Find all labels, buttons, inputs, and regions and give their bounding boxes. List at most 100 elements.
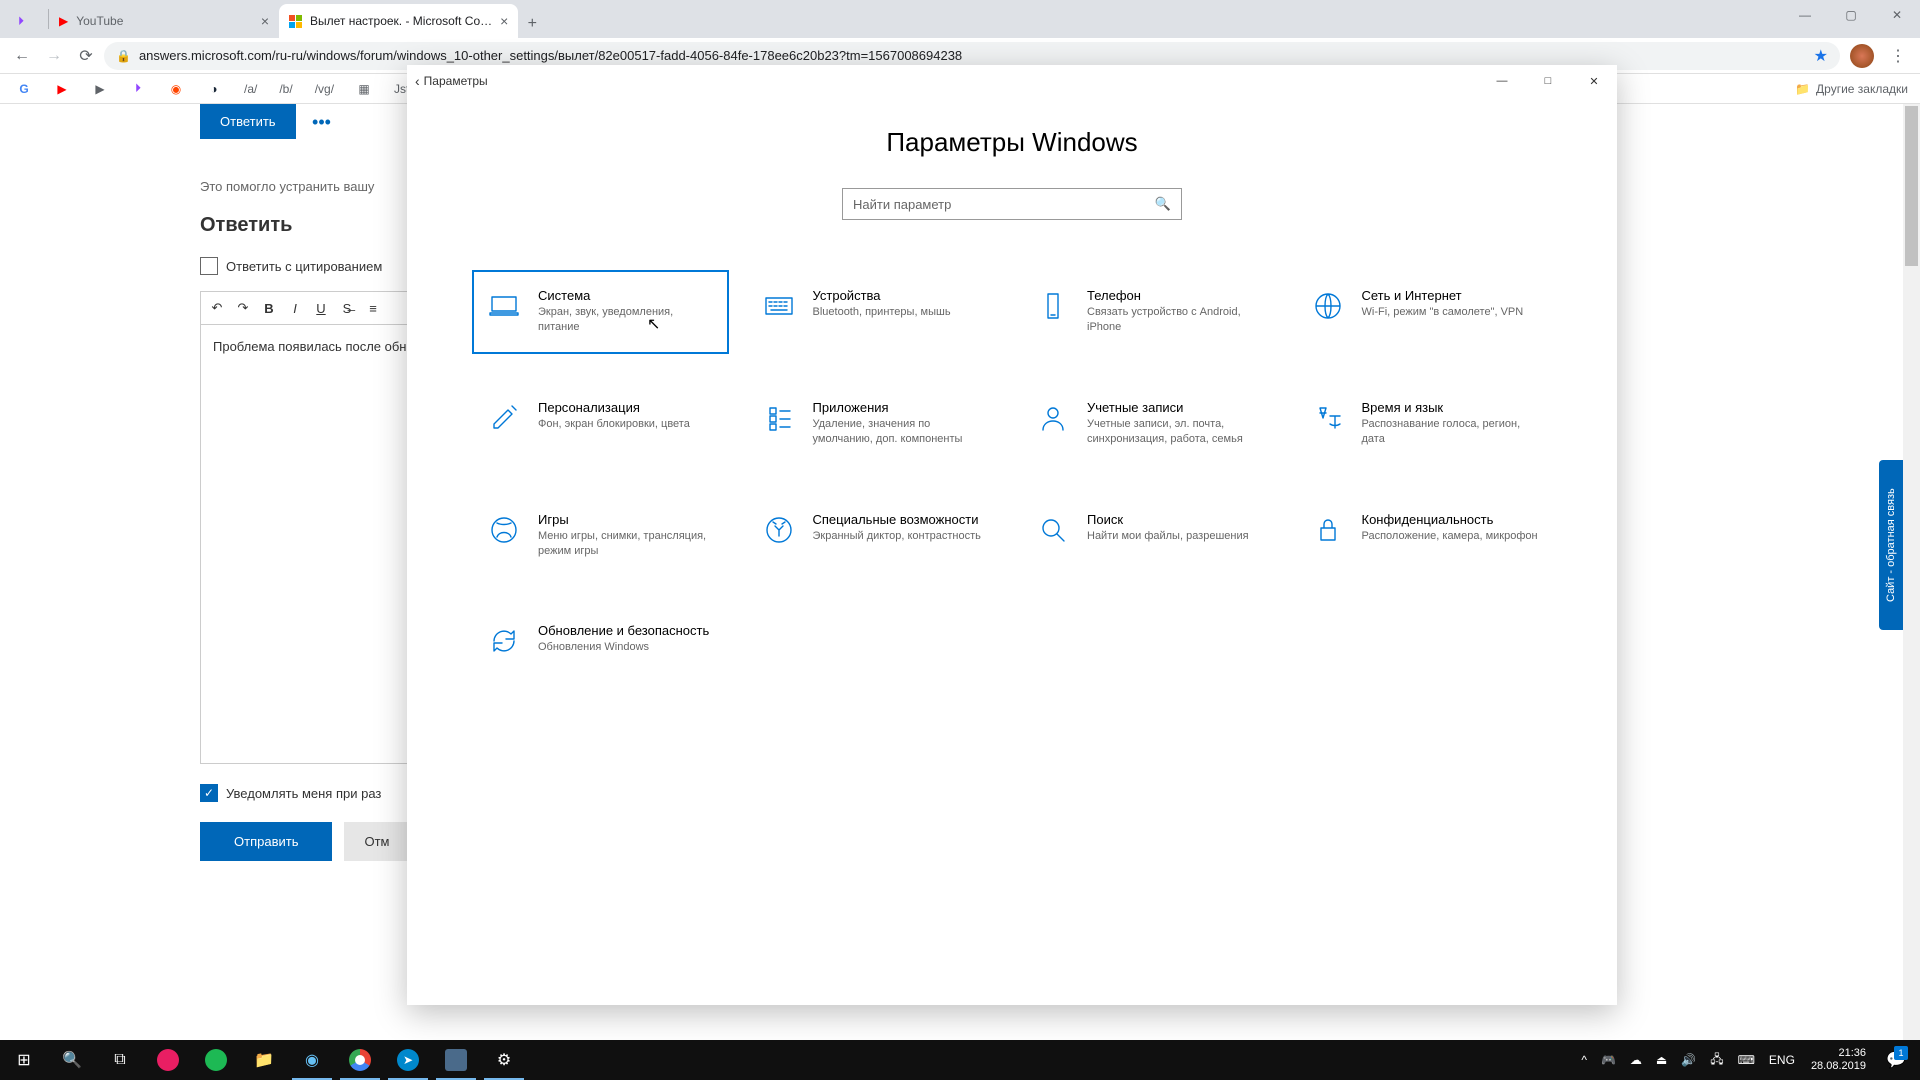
settings-category-time[interactable]: Время и языкРаспознавание голоса, регион… [1296,382,1553,466]
reload-button[interactable]: ⟳ [72,42,100,70]
bookmark-item[interactable]: ◉ [164,81,188,97]
bookmark-item[interactable]: ▶ [50,81,74,97]
taskbar-app-pinned[interactable] [144,1040,192,1080]
settings-search-input[interactable]: Найти параметр 🔍 [842,188,1182,220]
tray-chevron-icon[interactable]: ^ [1575,1053,1593,1067]
url-text: answers.microsoft.com/ru-ru/windows/foru… [139,48,962,63]
bookmark-item[interactable]: ◑ [202,81,226,97]
category-title: Телефон [1087,288,1264,303]
forward-button[interactable]: → [40,42,68,70]
tray-discord-icon[interactable]: 🎮 [1595,1053,1622,1067]
taskbar-app-telegram[interactable]: ➤ [384,1040,432,1080]
category-description: Связать устройство с Android, iPhone [1087,305,1264,336]
align-button[interactable]: ≡ [361,296,385,320]
settings-category-privacy[interactable]: КонфиденциальностьРасположение, камера, … [1296,494,1553,578]
quote-checkbox[interactable] [200,257,218,275]
bookmark-item[interactable]: ▦ [352,81,376,97]
maximize-button[interactable]: ▢ [1828,0,1874,30]
category-description: Экранный диктор, контрастность [813,529,981,544]
tray-network-icon[interactable]: 🖧 [1704,1050,1729,1071]
back-button[interactable]: ← [8,42,36,70]
tray-keyboard-icon[interactable]: ⌨ [1732,1053,1761,1067]
settings-close-button[interactable]: ✕ [1571,65,1617,97]
settings-category-update[interactable]: Обновление и безопасностьОбновления Wind… [472,605,729,677]
tray-language[interactable]: ENG [1763,1053,1801,1067]
settings-maximize-button[interactable]: □ [1525,65,1571,97]
taskbar-app-chrome[interactable] [336,1040,384,1080]
tray-sync-icon[interactable]: ☁ [1624,1053,1648,1067]
bookmark-item[interactable]: /vg/ [311,82,338,96]
settings-category-network[interactable]: Сеть и ИнтернетWi-Fi, режим "в самолете"… [1296,270,1553,354]
tab-label: YouTube [76,14,123,28]
settings-back-icon[interactable]: ‹ [415,73,420,89]
close-icon[interactable]: × [500,13,508,29]
undo-button[interactable]: ↶ [205,296,229,320]
redo-button[interactable]: ↷ [231,296,255,320]
new-tab-button[interactable]: + [518,10,546,38]
feedback-tab[interactable]: Сайт - обратная связь [1879,460,1903,630]
bookmark-item[interactable]: /a/ [240,82,261,96]
minimize-button[interactable]: — [1782,0,1828,30]
bookmark-item[interactable]: /b/ [275,82,296,96]
taskbar-app-settings[interactable]: ⚙ [480,1040,528,1080]
submit-button[interactable]: Отправить [200,822,332,861]
tab-label: Вылет настроек. - Microsoft Co… [310,14,492,28]
lang-icon [1310,400,1346,436]
search-button[interactable]: 🔍 [48,1040,96,1080]
settings-category-search[interactable]: ПоискНайти мои файлы, разрешения [1021,494,1278,578]
bookmark-star-icon[interactable]: ★ [1814,46,1828,66]
taskbar-app-explorer[interactable]: 📁 [240,1040,288,1080]
settings-category-system[interactable]: СистемаЭкран, звук, уведомления, питание [472,270,729,354]
bold-button[interactable]: B [257,296,281,320]
windows-settings-window: ‹ Параметры — □ ✕ Параметры Windows Найт… [407,65,1617,1005]
user-icon [1035,400,1071,436]
bookmark-icon: ▦ [356,81,372,97]
other-bookmarks-button[interactable]: Другие закладки [1816,82,1908,96]
close-button[interactable]: ✕ [1874,0,1920,30]
taskbar-app-spotify[interactable] [192,1040,240,1080]
settings-category-apps[interactable]: ПриложенияУдаление, значения по умолчани… [747,382,1004,466]
bookmark-item[interactable]: G [12,81,36,97]
clock-date: 28.08.2019 [1811,1060,1866,1073]
settings-category-personalization[interactable]: ПерсонализацияФон, экран блокировки, цве… [472,382,729,466]
start-button[interactable]: ⊞ [0,1040,48,1080]
category-description: Учетные записи, эл. почта, синхронизация… [1087,417,1264,448]
reply-button[interactable]: Ответить [200,104,296,139]
settings-category-devices[interactable]: УстройстваBluetooth, принтеры, мышь [747,270,1004,354]
close-icon[interactable]: × [261,13,269,29]
chrome-menu-button[interactable]: ⋮ [1884,46,1912,66]
tab-microsoft-answers[interactable]: Вылет настроек. - Microsoft Co… × [279,4,518,38]
tray-volume-icon[interactable]: 🔊 [1675,1053,1702,1067]
page-scrollbar[interactable] [1903,104,1920,1040]
more-actions-button[interactable]: ••• [300,104,343,141]
settings-category-ease[interactable]: Специальные возможностиЭкранный диктор, … [747,494,1004,578]
category-title: Сеть и Интернет [1362,288,1524,303]
taskbar-app-steam[interactable]: ◉ [288,1040,336,1080]
settings-minimize-button[interactable]: — [1479,65,1525,97]
settings-category-phone[interactable]: Телефон Связать устройство с Android, iPh… [1021,270,1278,354]
bookmark-item[interactable]: ▶ [88,81,112,97]
task-view-button[interactable]: ⧉ [96,1040,144,1080]
taskbar-clock[interactable]: 21:36 28.08.2019 [1803,1047,1874,1073]
cancel-button[interactable]: Отм [344,822,409,861]
category-description: Найти мои файлы, разрешения [1087,529,1249,544]
underline-button[interactable]: U [309,296,333,320]
tab-twitch[interactable]: ⏵ [8,4,48,38]
category-title: Персонализация [538,400,690,415]
category-title: Приложения [813,400,990,415]
action-center-button[interactable]: 💬1 [1876,1040,1916,1080]
settings-category-accounts[interactable]: Учетные записиУчетные записи, эл. почта,… [1021,382,1278,466]
folder-icon: 📁 [1795,82,1810,96]
profile-avatar[interactable] [1850,44,1874,68]
settings-titlebar: ‹ Параметры — □ ✕ [407,65,1617,97]
bookmark-icon: ▶ [92,81,108,97]
tab-youtube[interactable]: ▶ YouTube × [49,4,279,38]
notify-checkbox[interactable]: ✓ [200,784,218,802]
settings-category-gaming[interactable]: ИгрыМеню игры, снимки, трансляция, режим… [472,494,729,578]
taskbar-app-unknown[interactable] [432,1040,480,1080]
scrollbar-thumb[interactable] [1905,106,1918,266]
tray-usb-icon[interactable]: ⏏ [1650,1053,1673,1067]
bookmark-item[interactable]: ⏵ [126,81,150,97]
italic-button[interactable]: I [283,296,307,320]
strike-button[interactable]: S̶ [335,296,359,320]
